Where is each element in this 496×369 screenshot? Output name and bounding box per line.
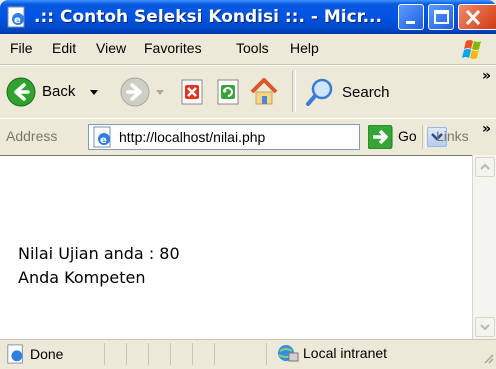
menu-edit[interactable]: Edit: [52, 40, 76, 56]
scroll-down-button[interactable]: [475, 317, 495, 337]
svg-text:e: e: [14, 15, 21, 26]
resize-grip-icon[interactable]: [482, 352, 494, 364]
ie-page-icon: [7, 344, 23, 364]
status-text: Done: [30, 346, 64, 362]
close-icon: [465, 9, 481, 26]
links-overflow-chevron[interactable]: »: [482, 121, 491, 137]
window-title: .:: Contoh Seleksi Kondisi ::. - Micr...: [34, 7, 382, 27]
status-pane: [170, 343, 192, 365]
menu-tools[interactable]: Tools: [236, 40, 269, 56]
go-arrow-icon[interactable]: [368, 125, 394, 149]
forward-arrow-icon: [120, 77, 150, 107]
back-arrow-icon: [6, 77, 36, 107]
menu-bar: File Edit View Favorites Tools Help: [0, 34, 496, 65]
refresh-icon[interactable]: [214, 78, 242, 106]
windows-logo-icon: [462, 40, 481, 59]
status-pane: [104, 343, 126, 365]
links-label[interactable]: Links: [436, 128, 469, 144]
forward-dropdown-arrow[interactable]: [156, 90, 164, 95]
status-pane: [126, 343, 148, 365]
forward-button[interactable]: [120, 76, 170, 108]
content-line-score: Nilai Ujian anda : 80: [18, 244, 180, 263]
chevron-down-icon: [480, 324, 490, 331]
browser-window: e .:: Contoh Seleksi Kondisi ::. - Micr.…: [0, 0, 496, 369]
toolbar-overflow-chevron[interactable]: »: [482, 68, 491, 84]
standard-toolbar: Back Search »: [0, 65, 496, 119]
scroll-up-button[interactable]: [475, 157, 495, 177]
close-button[interactable]: [458, 4, 496, 30]
status-bar: Done Local intranet: [0, 339, 496, 369]
menu-help[interactable]: Help: [290, 40, 319, 56]
search-label: Search: [342, 84, 390, 101]
back-dropdown-arrow[interactable]: [90, 90, 98, 95]
search-button[interactable]: Search: [304, 76, 424, 108]
menu-favorites[interactable]: Favorites: [144, 40, 202, 56]
svg-text:e: e: [100, 135, 107, 146]
maximize-button[interactable]: [428, 4, 454, 30]
status-pane: [148, 343, 170, 365]
address-input[interactable]: e http://localhost/nilai.php: [88, 124, 447, 150]
ie-page-icon: e: [7, 6, 25, 28]
address-bar: Address e http://localhost/nilai.php Go …: [0, 118, 496, 156]
minimize-button[interactable]: [398, 4, 424, 30]
local-intranet-icon: [278, 345, 299, 362]
title-bar[interactable]: e .:: Contoh Seleksi Kondisi ::. - Micr.…: [0, 0, 496, 34]
page-content: Nilai Ujian anda : 80 Anda Kompeten: [0, 155, 472, 340]
zone-label: Local intranet: [303, 345, 388, 361]
menu-view[interactable]: View: [96, 40, 126, 56]
zone-pane: Local intranet: [266, 343, 482, 365]
address-label: Address: [6, 128, 58, 144]
go-button-label[interactable]: Go: [398, 128, 417, 144]
home-icon[interactable]: [248, 76, 280, 108]
address-url: http://localhost/nilai.php: [119, 129, 266, 145]
stop-icon[interactable]: [178, 78, 206, 106]
back-label: Back: [42, 83, 76, 100]
status-pane: [192, 343, 214, 365]
minimize-icon: [406, 21, 415, 24]
back-button[interactable]: Back: [6, 76, 106, 108]
content-line-result: Anda Kompeten: [18, 268, 146, 287]
links-separator: [422, 125, 426, 149]
chevron-up-icon: [480, 163, 490, 170]
vertical-scrollbar[interactable]: [472, 155, 496, 339]
menu-file[interactable]: File: [10, 40, 33, 56]
search-icon: [306, 78, 333, 106]
maximize-icon: [434, 10, 449, 24]
toolbar-separator: [292, 70, 296, 112]
status-pane: [214, 343, 236, 365]
ie-page-icon: e: [93, 126, 111, 148]
